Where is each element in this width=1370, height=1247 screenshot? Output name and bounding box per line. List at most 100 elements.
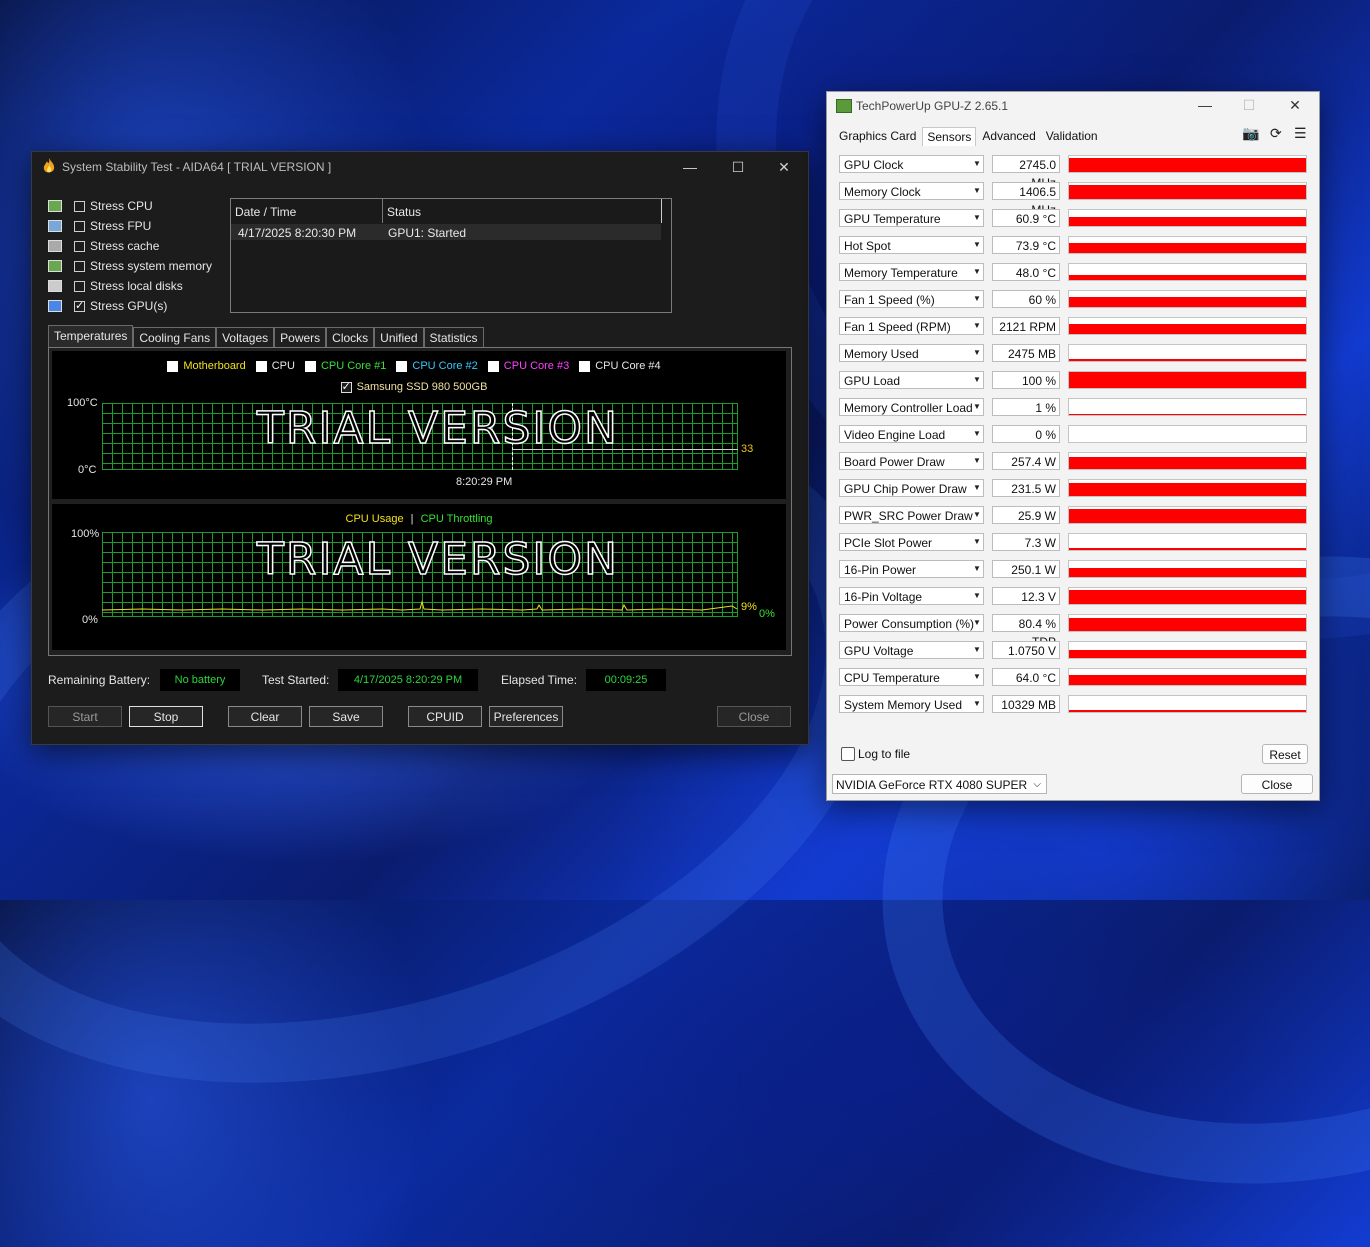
- stress-checkbox[interactable]: [74, 200, 85, 212]
- sensor-name[interactable]: GPU Load: [839, 371, 984, 389]
- legend-checkbox[interactable]: [167, 360, 179, 372]
- tab-graphics-card[interactable]: Graphics Card: [835, 127, 920, 146]
- dropdown-arrow-icon[interactable]: ▼: [969, 398, 985, 416]
- stress-option[interactable]: Stress cache: [48, 237, 159, 255]
- dropdown-arrow-icon[interactable]: ▼: [969, 344, 985, 362]
- maximize-button[interactable]: ☐: [1229, 94, 1269, 116]
- cpuid-button[interactable]: CPUID: [408, 706, 482, 727]
- legend-item[interactable]: Motherboard: [167, 360, 246, 372]
- close-button[interactable]: Close: [1241, 774, 1313, 794]
- dropdown-arrow-icon[interactable]: ▼: [969, 452, 985, 470]
- sensor-name[interactable]: CPU Temperature: [839, 668, 984, 686]
- stress-option[interactable]: Stress local disks: [48, 277, 183, 295]
- minimize-button[interactable]: —: [670, 156, 710, 178]
- dropdown-arrow-icon[interactable]: ▼: [969, 317, 985, 335]
- tab-temperatures[interactable]: Temperatures: [48, 325, 134, 348]
- tab-cooling-fans[interactable]: Cooling Fans: [133, 327, 217, 348]
- clear-button[interactable]: Clear: [228, 706, 302, 727]
- close-window-button[interactable]: ✕: [1275, 94, 1315, 116]
- tab-advanced[interactable]: Advanced: [978, 127, 1039, 146]
- sensor-name[interactable]: GPU Voltage: [839, 641, 984, 659]
- sensor-name[interactable]: Memory Used: [839, 344, 984, 362]
- dropdown-arrow-icon[interactable]: ▼: [969, 371, 985, 389]
- tab-validation[interactable]: Validation: [1042, 127, 1102, 146]
- menu-icon[interactable]: ☰: [1294, 125, 1307, 142]
- preferences-button[interactable]: Preferences: [489, 706, 563, 727]
- legend-item[interactable]: CPU Core #3: [487, 360, 569, 372]
- stress-checkbox[interactable]: [74, 260, 85, 272]
- legend-checkbox[interactable]: [304, 360, 316, 372]
- dropdown-arrow-icon[interactable]: ▼: [969, 641, 985, 659]
- sensor-name[interactable]: Board Power Draw: [839, 452, 984, 470]
- sensor-name[interactable]: Hot Spot: [839, 236, 984, 254]
- log-to-file-checkbox[interactable]: Log to file: [841, 747, 910, 761]
- status-column-header[interactable]: Status: [387, 199, 421, 223]
- maximize-button[interactable]: ☐: [718, 156, 758, 178]
- tab-sensors[interactable]: Sensors: [922, 127, 977, 146]
- sensor-name[interactable]: Video Engine Load: [839, 425, 984, 443]
- dropdown-arrow-icon[interactable]: ▼: [969, 695, 985, 713]
- legend-item-ssd[interactable]: Samsung SSD 980 500GB: [340, 380, 487, 393]
- stress-checkbox[interactable]: [74, 240, 85, 252]
- tab-voltages[interactable]: Voltages: [216, 327, 275, 348]
- datetime-column-header[interactable]: Date / Time: [235, 199, 296, 223]
- dropdown-arrow-icon[interactable]: ▼: [969, 479, 985, 497]
- dropdown-arrow-icon[interactable]: ▼: [969, 533, 985, 551]
- start-button[interactable]: Start: [48, 706, 122, 727]
- legend-checkbox[interactable]: [487, 360, 499, 372]
- gpu-select-dropdown[interactable]: NVIDIA GeForce RTX 4080 SUPER ⌵: [832, 774, 1047, 794]
- refresh-icon[interactable]: ⟳: [1270, 125, 1282, 142]
- dropdown-arrow-icon[interactable]: ▼: [969, 155, 985, 173]
- dropdown-arrow-icon[interactable]: ▼: [969, 263, 985, 281]
- legend-item[interactable]: CPU Core #2: [396, 360, 478, 372]
- legend-checkbox[interactable]: [340, 380, 352, 393]
- stress-option[interactable]: Stress FPU: [48, 217, 151, 235]
- close-button[interactable]: Close: [717, 706, 791, 727]
- sensor-name[interactable]: 16-Pin Power: [839, 560, 984, 578]
- dropdown-arrow-icon[interactable]: ▼: [969, 290, 985, 308]
- close-window-button[interactable]: ✕: [764, 156, 804, 178]
- legend-item[interactable]: CPU Core #4: [579, 360, 661, 372]
- sensor-name[interactable]: Fan 1 Speed (RPM): [839, 317, 984, 335]
- title-bar[interactable]: System Stability Test - AIDA64 [ TRIAL V…: [32, 152, 808, 182]
- sensor-name[interactable]: Memory Temperature: [839, 263, 984, 281]
- sensor-name[interactable]: Memory Clock: [839, 182, 984, 200]
- sensor-name[interactable]: GPU Clock: [839, 155, 984, 173]
- camera-icon[interactable]: 📷: [1242, 125, 1259, 142]
- sensor-name[interactable]: GPU Chip Power Draw: [839, 479, 984, 497]
- sensor-name[interactable]: Fan 1 Speed (%): [839, 290, 984, 308]
- stress-checkbox[interactable]: [74, 299, 85, 312]
- dropdown-arrow-icon[interactable]: ▼: [969, 668, 985, 686]
- dropdown-arrow-icon[interactable]: ▼: [969, 182, 985, 200]
- tab-statistics[interactable]: Statistics: [423, 327, 484, 348]
- dropdown-arrow-icon[interactable]: ▼: [969, 506, 985, 524]
- stress-option[interactable]: Stress system memory: [48, 257, 212, 275]
- legend-item[interactable]: CPU: [255, 360, 295, 372]
- status-log-list[interactable]: Date / Time Status 4/17/2025 8:20:30 PM …: [230, 198, 672, 313]
- stop-button[interactable]: Stop: [129, 706, 203, 727]
- minimize-button[interactable]: —: [1185, 94, 1225, 116]
- legend-checkbox[interactable]: [396, 360, 408, 372]
- dropdown-arrow-icon[interactable]: ▼: [969, 614, 985, 632]
- legend-checkbox[interactable]: [255, 360, 267, 372]
- stress-option[interactable]: Stress GPU(s): [48, 297, 167, 315]
- sensor-name[interactable]: System Memory Used: [839, 695, 984, 713]
- tab-unified[interactable]: Unified: [374, 327, 424, 348]
- sensor-name[interactable]: PCIe Slot Power: [839, 533, 984, 551]
- checkbox[interactable]: [841, 747, 855, 761]
- legend-checkbox[interactable]: [579, 360, 591, 372]
- sensor-name[interactable]: Power Consumption (%): [839, 614, 984, 632]
- stress-option[interactable]: Stress CPU: [48, 197, 153, 215]
- tab-clocks[interactable]: Clocks: [326, 327, 375, 348]
- stress-checkbox[interactable]: [74, 220, 85, 232]
- sensor-name[interactable]: 16-Pin Voltage: [839, 587, 984, 605]
- sensor-name[interactable]: GPU Temperature: [839, 209, 984, 227]
- stress-checkbox[interactable]: [74, 280, 85, 292]
- dropdown-arrow-icon[interactable]: ▼: [969, 209, 985, 227]
- save-button[interactable]: Save: [309, 706, 383, 727]
- tab-powers[interactable]: Powers: [274, 327, 327, 348]
- legend-item[interactable]: CPU Core #1: [304, 360, 386, 372]
- dropdown-arrow-icon[interactable]: ▼: [969, 425, 985, 443]
- sensor-name[interactable]: PWR_SRC Power Draw: [839, 506, 984, 524]
- reset-button[interactable]: Reset: [1262, 744, 1308, 764]
